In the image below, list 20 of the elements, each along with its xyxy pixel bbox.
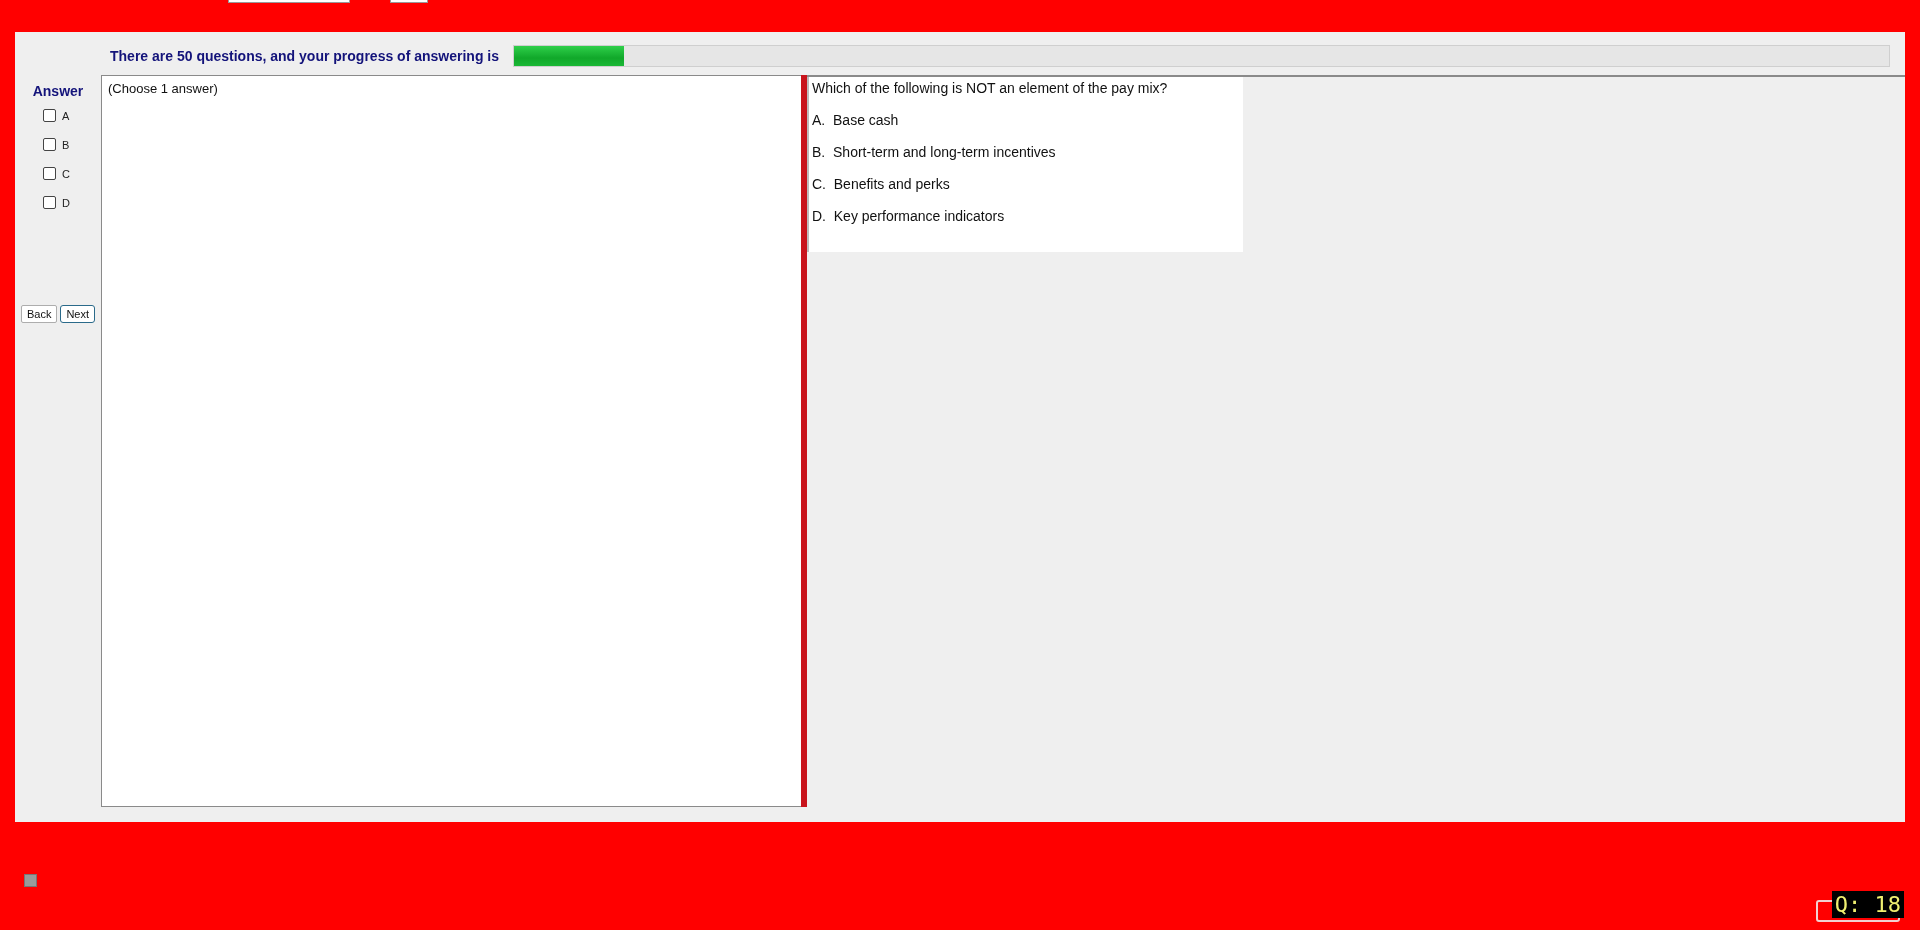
progress-label: There are 50 questions, and your progress of answering is bbox=[110, 48, 499, 64]
question-text: Which of the following is NOT an element of the pay mix? bbox=[812, 80, 1169, 96]
option-label: C bbox=[62, 167, 70, 180]
option-label: D bbox=[62, 196, 70, 209]
answer-checkbox[interactable] bbox=[43, 196, 56, 209]
finish-checkbox[interactable] bbox=[24, 874, 37, 887]
option-label: A bbox=[62, 109, 70, 122]
answer-checkbox[interactable] bbox=[43, 109, 56, 122]
nav-button[interactable]: Back bbox=[20, 305, 58, 323]
nav-button[interactable]: Next bbox=[60, 305, 96, 323]
answer-choice: D. Key performance indicators bbox=[812, 208, 1006, 224]
answer-checkbox[interactable] bbox=[43, 138, 56, 151]
answer-choice: A. Base cash bbox=[812, 112, 900, 128]
instruction-text: (Choose 1 answer) bbox=[108, 81, 219, 96]
question-counter: Q: 18 bbox=[1831, 891, 1904, 918]
answer-choice: C. Benefits and perks bbox=[812, 176, 951, 192]
answer-choice: B. Short-term and long-term incentives bbox=[812, 144, 1057, 160]
answer-heading: Answer bbox=[32, 83, 84, 99]
option-label: B bbox=[62, 138, 70, 151]
answer-checkbox[interactable] bbox=[43, 167, 56, 180]
